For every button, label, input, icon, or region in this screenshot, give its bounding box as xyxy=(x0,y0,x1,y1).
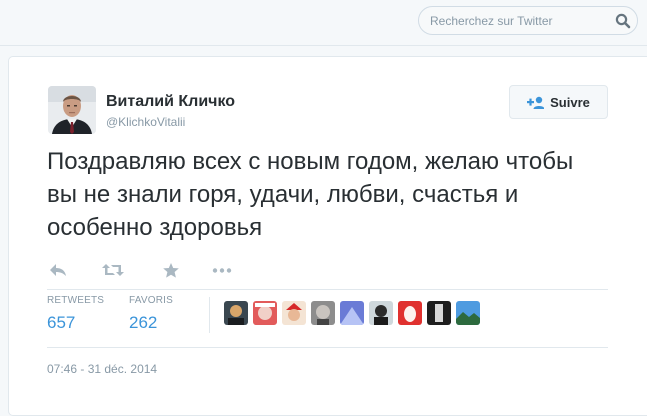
retweets-label: RETWEETS xyxy=(47,295,105,306)
more-button[interactable] xyxy=(211,260,233,280)
author-handle[interactable]: @KlichkoVitalii xyxy=(106,115,185,129)
favoriter-avatar[interactable] xyxy=(456,301,480,325)
tweet-actions xyxy=(47,260,247,280)
divider xyxy=(47,347,608,348)
retweets-count[interactable]: 657 xyxy=(47,313,104,333)
retweet-button[interactable] xyxy=(102,260,124,280)
retweets-stat[interactable]: RETWEETS 657 xyxy=(47,295,104,333)
retweet-icon xyxy=(102,264,124,276)
favoriter-avatar[interactable] xyxy=(427,301,451,325)
reply-icon xyxy=(50,264,66,276)
reply-button[interactable] xyxy=(47,260,69,280)
stats-separator xyxy=(209,297,210,333)
more-icon xyxy=(212,267,232,273)
star-icon xyxy=(163,262,179,278)
tweet-text: Поздравляю всех с новым годом, желаю что… xyxy=(47,148,574,241)
tweet-card: Виталий Кличко @KlichkoVitalii Suivre По… xyxy=(8,56,647,416)
search-icon[interactable] xyxy=(615,13,631,29)
favoriter-avatar[interactable] xyxy=(340,301,364,325)
tweet-timestamp[interactable]: 07:46 - 31 déc. 2014 xyxy=(47,362,157,376)
favorites-stat[interactable]: FAVORIS 262 xyxy=(129,295,173,333)
follow-label: Suivre xyxy=(550,94,590,110)
add-user-icon xyxy=(527,96,545,109)
favorites-count[interactable]: 262 xyxy=(129,313,173,333)
favorite-button[interactable] xyxy=(160,260,182,280)
favoriter-avatar[interactable] xyxy=(253,301,277,325)
avatar[interactable] xyxy=(48,86,96,134)
follow-button[interactable]: Suivre xyxy=(509,85,608,119)
author-name[interactable]: Виталий Кличко xyxy=(106,93,235,111)
favorites-label: FAVORIS xyxy=(129,295,174,306)
divider xyxy=(47,289,608,290)
favoriter-avatar[interactable] xyxy=(311,301,335,325)
favoriter-avatar[interactable] xyxy=(282,301,306,325)
favoriter-avatar[interactable] xyxy=(398,301,422,325)
favoriter-avatar[interactable] xyxy=(224,301,248,325)
top-bar xyxy=(0,0,647,46)
search-box[interactable] xyxy=(418,6,638,35)
search-input[interactable] xyxy=(430,7,608,34)
favoriter-avatar[interactable] xyxy=(369,301,393,325)
